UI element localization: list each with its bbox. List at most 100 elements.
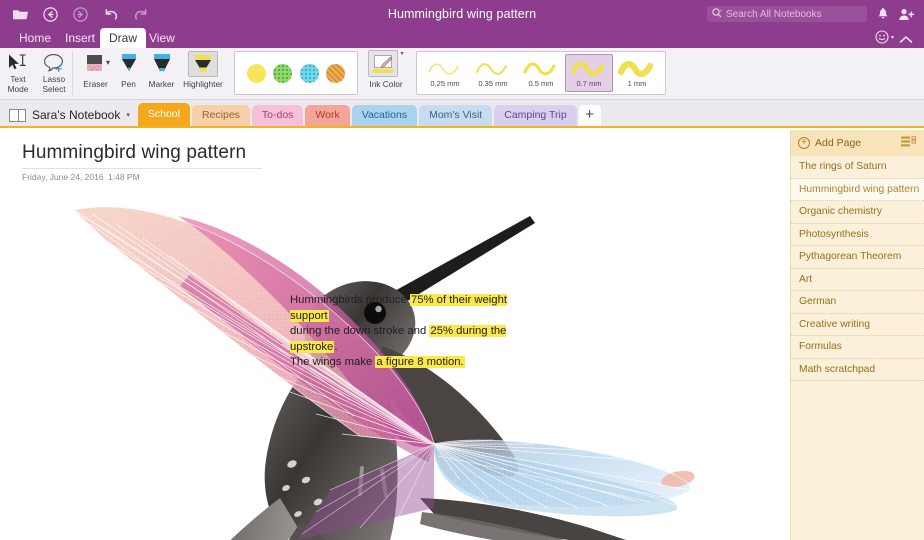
eraser-label: Eraser bbox=[83, 79, 108, 89]
section-tab-school[interactable]: School bbox=[137, 103, 190, 126]
section-tab-work[interactable]: Work bbox=[305, 105, 350, 126]
page-item-photosynthesis[interactable]: Photosynthesis bbox=[791, 224, 924, 246]
ribbon-draw: Text Mode Lasso Select ▾ Eraser Pen Mark… bbox=[0, 48, 924, 100]
page-item-pythagorean-theorem[interactable]: Pythagorean Theorem bbox=[791, 246, 924, 269]
note-text-block[interactable]: Hummingbirds produce 75% of their weight… bbox=[290, 293, 530, 371]
thickness-label-1: 0.35 mm bbox=[478, 78, 508, 88]
thickness-0-25[interactable]: 0.25 mm bbox=[421, 54, 469, 92]
note-line-2-post: . bbox=[334, 340, 338, 353]
page-item-math-scratchpad[interactable]: Math scratchpad bbox=[791, 359, 924, 381]
note-line-2-pre: during the down stroke and bbox=[290, 325, 430, 337]
thickness-label-0: 0.25 mm bbox=[430, 78, 460, 88]
notebook-name: Sara's Notebook bbox=[32, 108, 121, 122]
lasso-select-button[interactable]: Lasso Select bbox=[36, 48, 72, 98]
thickness-1[interactable]: 1 mm bbox=[613, 54, 661, 92]
plus-circle-icon: + bbox=[798, 137, 810, 149]
page-item-the-rings-of-saturn[interactable]: The rings of Saturn bbox=[791, 156, 924, 179]
ink-color-chevron-down-icon[interactable]: ▾ bbox=[400, 50, 403, 57]
eraser-button[interactable]: ▾ Eraser bbox=[79, 48, 112, 98]
forward-icon[interactable] bbox=[72, 6, 89, 23]
lasso-select-icon bbox=[41, 50, 67, 74]
thickness-0-7[interactable]: 0.7 mm bbox=[565, 54, 613, 92]
redo-icon[interactable] bbox=[132, 6, 149, 23]
thickness-0-5[interactable]: 0.5 mm bbox=[517, 54, 565, 92]
lasso-select-label-2: Select bbox=[42, 84, 66, 95]
add-person-icon[interactable] bbox=[899, 8, 914, 21]
feedback-smiley-icon[interactable]: ▾ bbox=[875, 30, 894, 44]
note-line-1-pre: Hummingbirds produce bbox=[290, 294, 410, 306]
section-tabs: School Recipes To-dos Work Vacations Mom… bbox=[137, 103, 601, 126]
note-line-2: during the down stroke and 25% during th… bbox=[290, 324, 530, 355]
page-item-hummingbird-wing-pattern[interactable]: Hummingbird wing pattern bbox=[791, 178, 924, 201]
section-tab-recipes[interactable]: Recipes bbox=[191, 105, 250, 126]
notebook-section-bar: Sara's Notebook ▾ School Recipes To-dos … bbox=[0, 100, 924, 128]
page-item-creative-writing[interactable]: Creative writing bbox=[791, 314, 924, 336]
page-item-german[interactable]: German bbox=[791, 291, 924, 314]
folder-icon[interactable] bbox=[12, 6, 29, 23]
tab-insert[interactable]: Insert bbox=[56, 28, 104, 48]
thickness-label-3: 0.7 mm bbox=[576, 78, 602, 88]
ribbon-group-pens: ▾ Eraser Pen Marker Highlighter bbox=[73, 48, 228, 100]
thickness-label-2: 0.5 mm bbox=[528, 78, 554, 88]
tab-home[interactable]: Home bbox=[10, 28, 60, 48]
thickness-0-35[interactable]: 0.35 mm bbox=[469, 54, 517, 92]
page-list-view-icon[interactable] bbox=[901, 134, 917, 152]
text-mode-label-2: Mode bbox=[7, 84, 29, 95]
add-page-label: Add Page bbox=[815, 137, 862, 149]
page-list: The rings of Saturn Hummingbird wing pat… bbox=[791, 156, 924, 381]
section-tab-vacations[interactable]: Vacations bbox=[351, 105, 418, 126]
highlighter-icon bbox=[188, 51, 218, 77]
ribbon-group-mode: Text Mode Lasso Select bbox=[0, 48, 72, 100]
thickness-label-4: 1 mm bbox=[627, 78, 647, 88]
marker-button[interactable]: Marker bbox=[145, 48, 178, 98]
notebook-selector[interactable]: Sara's Notebook ▾ bbox=[0, 108, 138, 126]
green-swatch[interactable] bbox=[273, 63, 293, 83]
bell-icon[interactable] bbox=[877, 7, 889, 21]
section-tab-camping-trip[interactable]: Camping Trip bbox=[494, 105, 577, 126]
notebook-icon bbox=[9, 108, 26, 122]
collapse-ribbon-icon[interactable] bbox=[899, 31, 913, 49]
text-mode-button[interactable]: Text Mode bbox=[0, 48, 36, 98]
highlighter-button[interactable]: Highlighter bbox=[178, 48, 228, 98]
search-placeholder: Search All Notebooks bbox=[726, 8, 822, 20]
pen-icon bbox=[114, 51, 144, 77]
yellow-swatch[interactable] bbox=[246, 63, 266, 83]
chevron-down-icon: ▾ bbox=[890, 34, 894, 41]
page-item-organic-chemistry[interactable]: Organic chemistry bbox=[791, 201, 924, 224]
title-bar-right: Search All Notebooks bbox=[707, 6, 924, 22]
section-tab-to-dos[interactable]: To-dos bbox=[251, 105, 304, 126]
tab-view[interactable]: View bbox=[140, 28, 184, 48]
thickness-gallery: 0.25 mm 0.35 mm 0.5 mm 0.7 mm 1 mm bbox=[416, 51, 666, 95]
color-swatch-gallery[interactable] bbox=[234, 51, 358, 95]
note-line-3: The wings make a figure 8 motion. bbox=[290, 355, 530, 371]
marker-icon bbox=[147, 51, 177, 77]
note-highlight-3: a figure 8 motion. bbox=[375, 356, 465, 368]
undo-icon[interactable] bbox=[102, 6, 119, 23]
ink-color-button[interactable] bbox=[368, 50, 399, 77]
page-item-formulas[interactable]: Formulas bbox=[791, 336, 924, 359]
note-line-1: Hummingbirds produce 75% of their weight… bbox=[290, 293, 530, 324]
note-line-3-pre: The wings make bbox=[290, 356, 376, 368]
page-list-header: + Add Page bbox=[791, 130, 924, 156]
eraser-icon: ▾ bbox=[81, 51, 111, 77]
search-input[interactable]: Search All Notebooks bbox=[707, 6, 867, 22]
title-bar: Hummingbird wing pattern Search All Note… bbox=[0, 0, 924, 28]
page-item-art[interactable]: Art bbox=[791, 269, 924, 291]
ink-color-label: Ink Color bbox=[369, 79, 403, 89]
quick-access-toolbar bbox=[0, 6, 149, 23]
cyan-swatch[interactable] bbox=[299, 63, 319, 83]
page-title[interactable]: Hummingbird wing pattern bbox=[22, 142, 246, 164]
text-mode-label-1: Text bbox=[10, 74, 26, 84]
ink-color-current bbox=[373, 68, 394, 73]
add-page-button[interactable]: + Add Page bbox=[798, 137, 861, 149]
back-icon[interactable] bbox=[42, 6, 59, 23]
orange-swatch[interactable] bbox=[326, 63, 346, 83]
page-canvas[interactable]: Hummingbird wing pattern Friday, June 24… bbox=[0, 130, 790, 540]
pen-button[interactable]: Pen bbox=[112, 48, 145, 98]
pencil-ink-icon bbox=[374, 54, 393, 68]
lasso-select-label-1: Lasso bbox=[42, 74, 66, 84]
section-tab-moms-visit[interactable]: Mom's Visit bbox=[419, 105, 493, 126]
add-section-button[interactable]: + bbox=[578, 105, 601, 126]
pen-label: Pen bbox=[121, 79, 136, 89]
marker-label: Marker bbox=[148, 79, 175, 89]
